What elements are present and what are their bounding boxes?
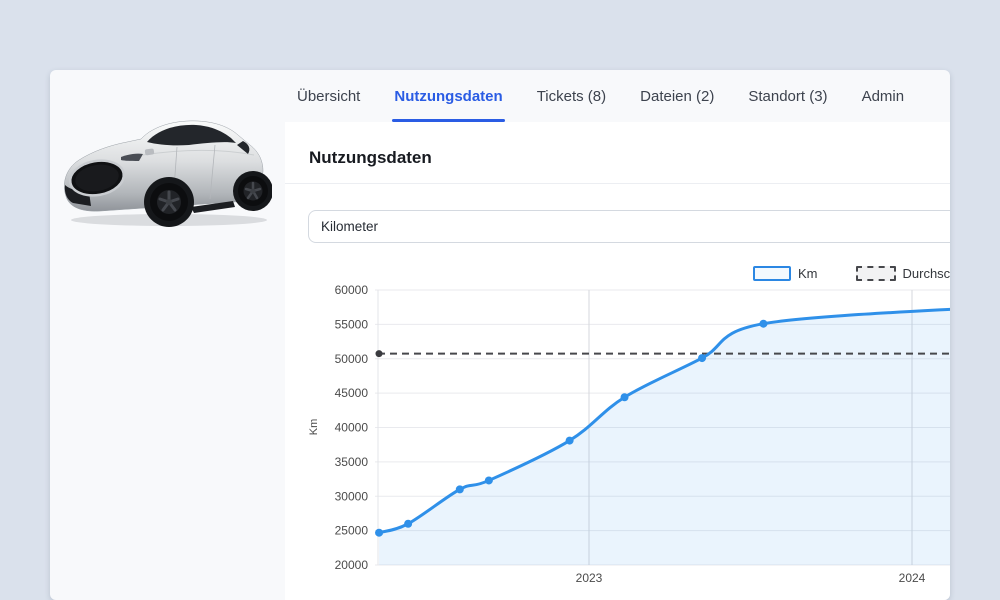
svg-text:20000: 20000: [335, 558, 369, 572]
tab-dateien[interactable]: Dateien (2): [638, 70, 716, 122]
svg-text:25000: 25000: [335, 524, 369, 538]
svg-text:60000: 60000: [335, 283, 369, 297]
svg-text:40000: 40000: [335, 421, 369, 435]
svg-text:45000: 45000: [335, 386, 369, 400]
page-title: Nutzungsdaten: [309, 148, 432, 168]
usage-data-panel: Nutzungsdaten Kilometer Km Durchsch. 200…: [285, 122, 950, 600]
app-screenshot: Übersicht Nutzungsdaten Tickets (8) Date…: [0, 0, 1000, 600]
svg-text:Km: Km: [308, 419, 320, 436]
tab-tickets[interactable]: Tickets (8): [535, 70, 608, 122]
divider: [285, 183, 950, 184]
svg-text:30000: 30000: [335, 489, 369, 503]
metric-select[interactable]: Kilometer: [308, 210, 950, 243]
svg-text:35000: 35000: [335, 455, 369, 469]
vehicle-image: [57, 115, 272, 230]
usage-line-chart[interactable]: 20000 25000 30000 35000 40000 45000 50000 55000…: [285, 255, 950, 600]
svg-text:2023: 2023: [576, 571, 603, 585]
svg-text:2024: 2024: [899, 571, 926, 585]
tab-uebersicht[interactable]: Übersicht: [295, 70, 362, 122]
svg-text:55000: 55000: [335, 317, 369, 331]
tab-standort[interactable]: Standort (3): [746, 70, 829, 122]
vehicle-detail-card: Übersicht Nutzungsdaten Tickets (8) Date…: [50, 70, 950, 600]
tab-admin[interactable]: Admin: [860, 70, 907, 122]
tab-bar: Übersicht Nutzungsdaten Tickets (8) Date…: [285, 70, 950, 122]
tab-nutzungsdaten[interactable]: Nutzungsdaten: [392, 70, 504, 122]
svg-text:50000: 50000: [335, 352, 369, 366]
